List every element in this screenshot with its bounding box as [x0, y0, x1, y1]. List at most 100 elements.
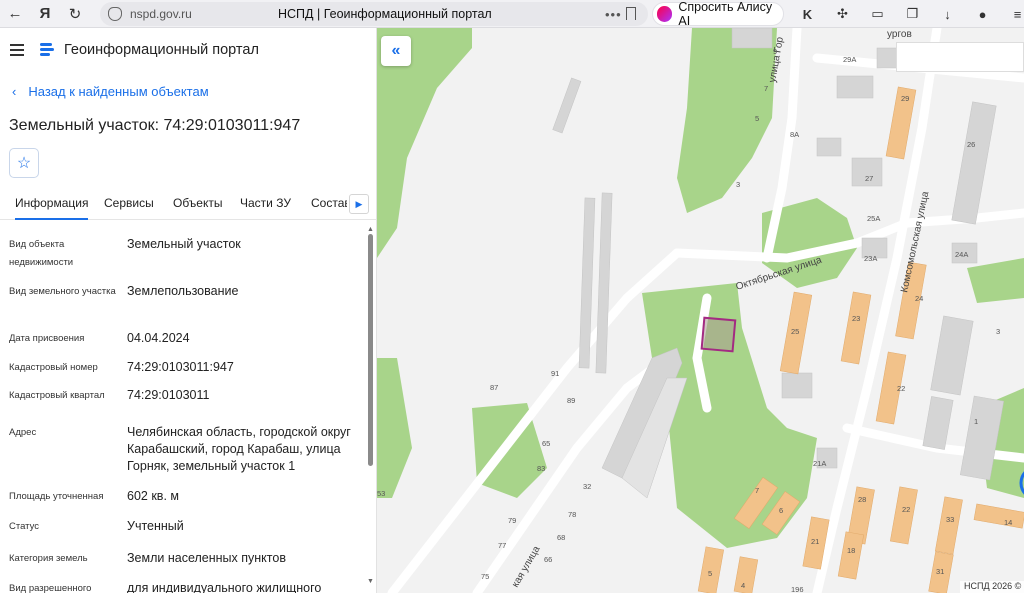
building-number: 22: [902, 505, 910, 514]
url-text: nspd.gov.ru: [130, 7, 192, 21]
building-number: 87: [490, 383, 498, 392]
yandex-icon[interactable]: Я: [30, 0, 60, 28]
tab-title: НСПД | Геоинформационный портал: [278, 7, 492, 21]
building-number: 24: [915, 294, 923, 303]
field-value: Учтенный: [127, 519, 184, 533]
building-number: 23А: [864, 254, 877, 263]
shield-icon: [108, 7, 122, 21]
selected-parcel[interactable]: [700, 316, 737, 353]
street-label: ургов: [887, 29, 912, 40]
building-number: 3: [736, 180, 740, 189]
field-label: Вид земельного участка: [9, 286, 116, 297]
building-number: 66: [544, 555, 552, 564]
field-value: Земли населенных пунктов: [127, 551, 286, 565]
field-value: Земельный участок: [127, 237, 241, 251]
residential-building: [840, 291, 872, 365]
residential-building: [733, 556, 759, 593]
address-bar[interactable]: nspd.gov.ru НСПД | Геоинформационный пор…: [100, 2, 648, 26]
building-number: 25А: [867, 214, 880, 223]
collapse-panel-button[interactable]: «: [381, 36, 411, 66]
map-view[interactable]: Октябрьская улица Комсомольская улица ул…: [377, 28, 1024, 593]
scroll-down-icon[interactable]: ▼: [367, 578, 374, 585]
building-number: 53: [377, 489, 385, 498]
building-number: 21: [811, 537, 819, 546]
residential-building: [889, 486, 918, 545]
building-number: 18: [847, 546, 855, 555]
bookmark-icon[interactable]: [626, 7, 636, 20]
field-value: 04.04.2024: [127, 331, 190, 345]
ask-alice-button[interactable]: Спросить Алису AI: [652, 0, 784, 28]
park-area: [967, 258, 1024, 303]
map-canvas[interactable]: Октябрьская улица Комсомольская улица ул…: [377, 28, 1024, 593]
building-number: 89: [567, 396, 575, 405]
field-label: Кадастровый квартал: [9, 390, 105, 401]
tab-objects[interactable]: Объекты: [173, 196, 223, 210]
building-number: 91: [551, 369, 559, 378]
building: [836, 75, 874, 99]
panel-scrollbar[interactable]: ▲ ▼: [367, 226, 374, 593]
building: [930, 315, 974, 396]
building-number: 7: [764, 84, 768, 93]
building: [816, 137, 842, 157]
building-number: 79: [508, 516, 516, 525]
residential-building: [837, 531, 864, 580]
more-icon[interactable]: •••: [605, 7, 622, 22]
profile-icon[interactable]: ●: [965, 7, 1000, 22]
park-area: [472, 403, 547, 498]
building-number: 28: [858, 495, 866, 504]
scroll-up-icon[interactable]: ▲: [367, 226, 374, 233]
field-label: Площадь уточненная: [9, 491, 104, 502]
tab-services[interactable]: Сервисы: [104, 196, 154, 210]
building-number: 8А: [790, 130, 799, 139]
field-label: Вид разрешенного: [9, 583, 92, 593]
back-to-results-link[interactable]: ‹ Назад к найденным объектам: [12, 84, 209, 99]
building-number: 1: [974, 417, 978, 426]
field-label: Адрес: [9, 427, 37, 438]
alice-logo-icon: [657, 6, 673, 22]
portal-header: Геоинформационный портал: [0, 28, 376, 72]
tabs-scroll-right-icon[interactable]: ▶: [349, 194, 369, 214]
reload-icon[interactable]: ↻: [60, 0, 90, 28]
building-number: 25: [791, 327, 799, 336]
tab-parts[interactable]: Части ЗУ: [240, 196, 291, 210]
field-value: Землепользование: [127, 284, 239, 298]
field-value: 602 кв. м: [127, 489, 179, 503]
building-number: 5: [708, 569, 712, 578]
building-number: 27: [865, 174, 873, 183]
puzzle-icon[interactable]: ✣: [825, 6, 860, 22]
building-number: 9: [773, 47, 777, 56]
tab-bar: Информация Сервисы Объекты Части ЗУ Сост…: [0, 186, 376, 220]
building-number: 6: [779, 506, 783, 515]
field-label: Вид объекта недвижимости: [9, 239, 74, 268]
street-label: кая улица: [510, 544, 543, 590]
residential-building: [934, 496, 963, 555]
download-icon[interactable]: ↓: [930, 7, 965, 22]
building-number: 21А: [813, 459, 826, 468]
building-number: 29: [901, 94, 909, 103]
map-copyright: НСПД 2026 ©: [960, 581, 1024, 593]
scrollbar-thumb[interactable]: [368, 234, 373, 466]
menu-icon[interactable]: ≡: [1000, 7, 1024, 22]
tab-composition[interactable]: Состав: [311, 196, 347, 210]
back-arrow-icon[interactable]: ←: [0, 0, 30, 28]
hamburger-menu-icon[interactable]: [10, 41, 24, 59]
building-number: 32: [583, 482, 591, 491]
building-number: 7: [755, 486, 759, 495]
building-number: 83: [537, 464, 545, 473]
tab-information[interactable]: Информация: [15, 196, 89, 220]
favorite-star-button[interactable]: ☆: [9, 148, 39, 178]
collections-icon[interactable]: ❐: [895, 6, 930, 22]
building-number: 196: [791, 585, 804, 593]
extension-k-icon[interactable]: K: [790, 7, 825, 22]
building: [595, 192, 613, 374]
info-panel: Геоинформационный портал ‹ Назад к найден…: [0, 28, 377, 593]
battery-icon[interactable]: ▭: [860, 6, 895, 22]
map-search-input[interactable]: [896, 42, 1024, 72]
chevron-left-icon: ‹: [12, 84, 17, 99]
back-link-label: Назад к найденным объектам: [28, 84, 209, 99]
portal-logo-icon: [40, 42, 54, 58]
field-label: Категория земель: [9, 553, 88, 564]
residential-building: [973, 503, 1024, 529]
building-number: 5: [755, 114, 759, 123]
building: [731, 28, 773, 49]
